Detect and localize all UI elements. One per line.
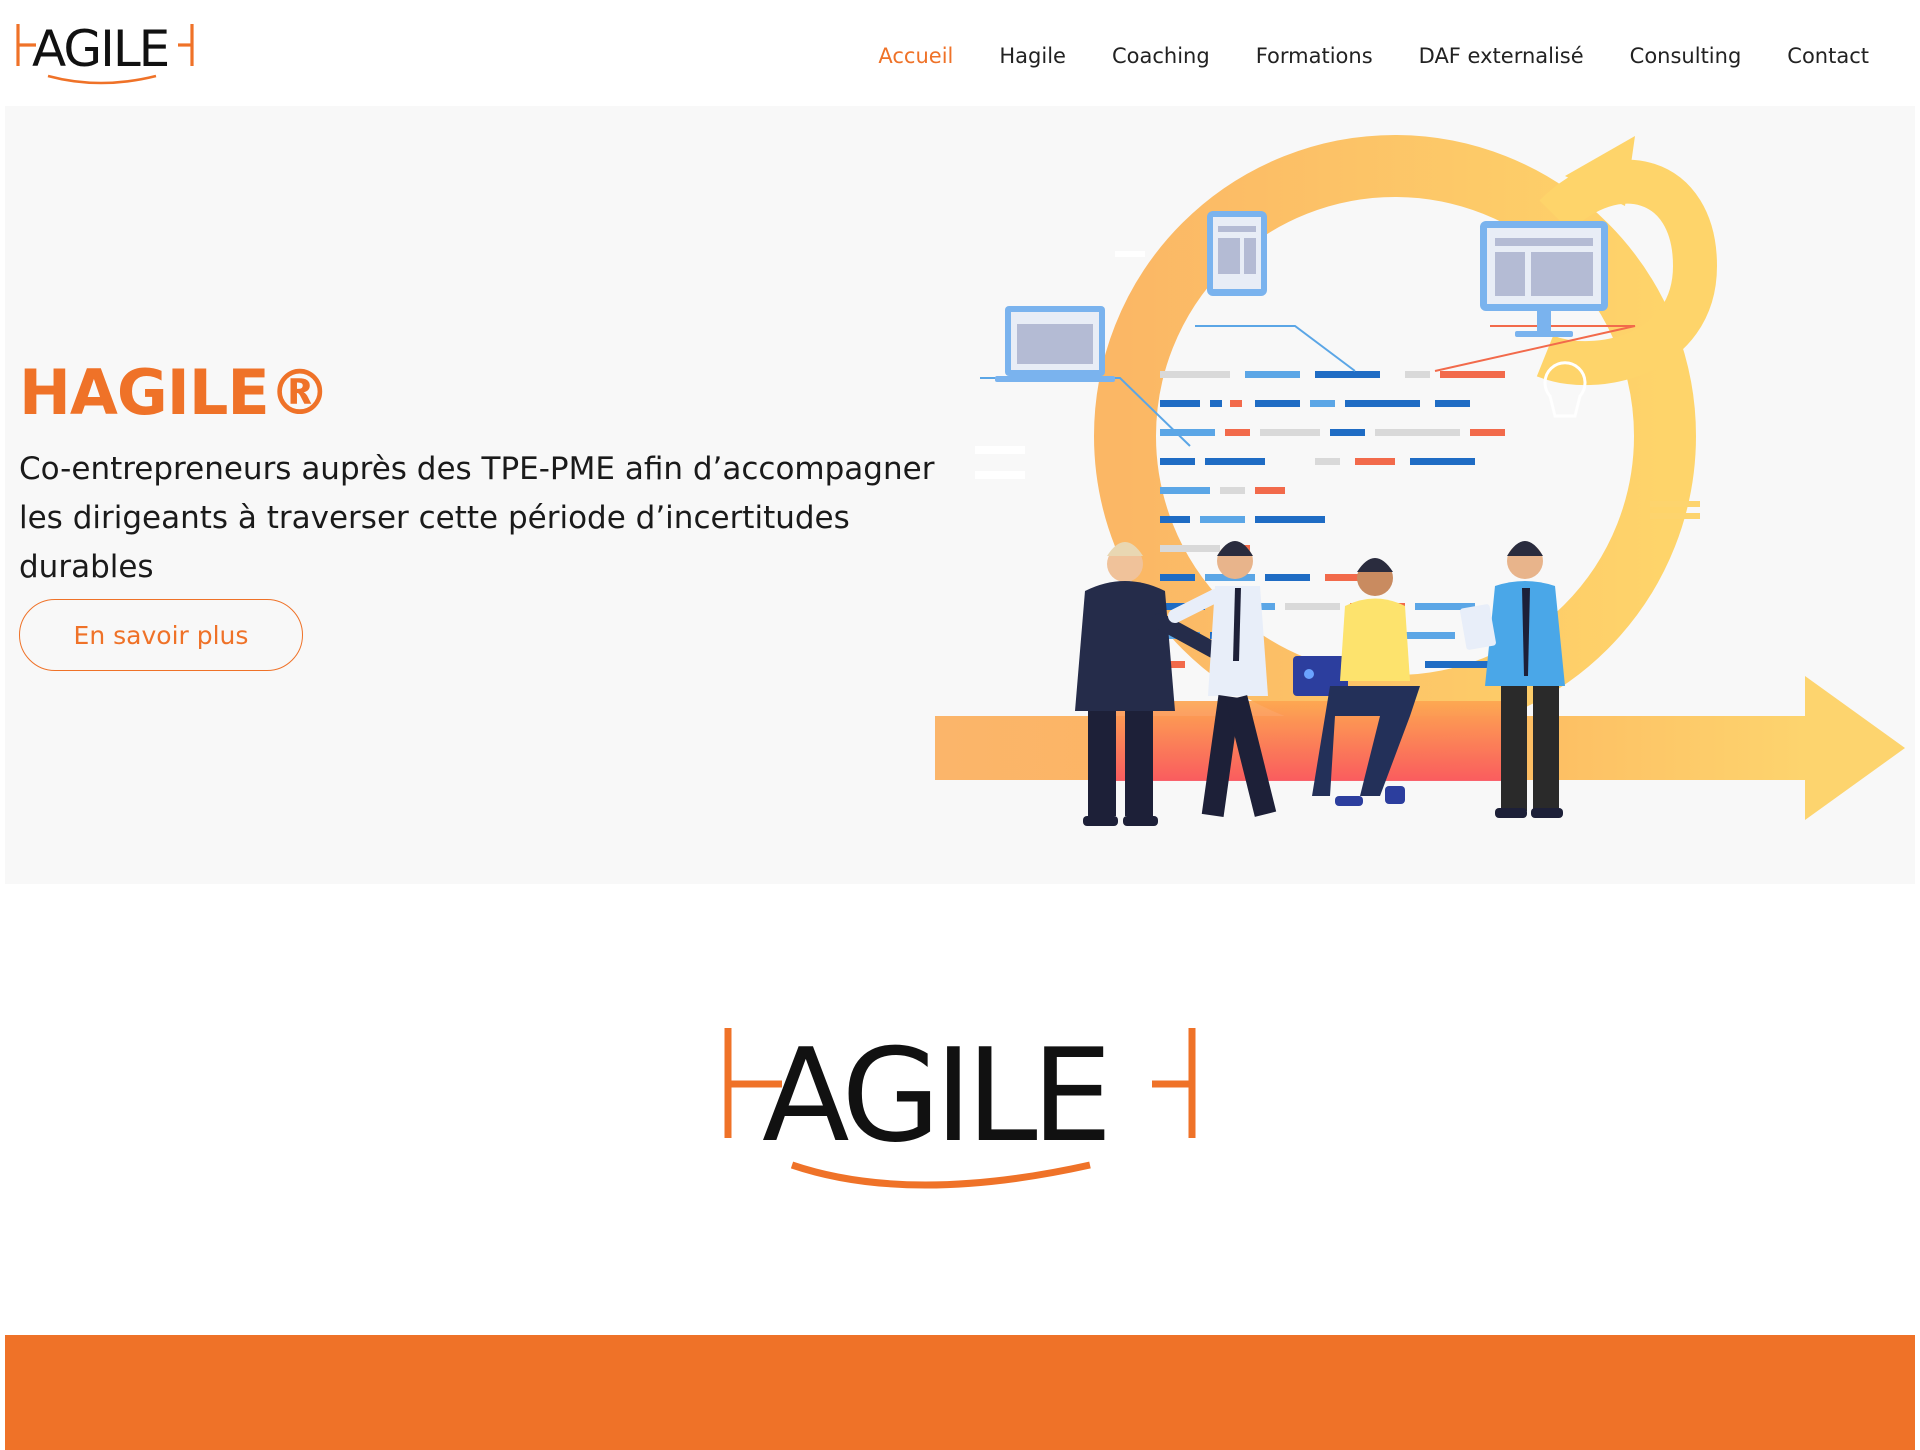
hero-title: HAGILE® (19, 356, 331, 429)
site-header: AGILE Accueil Hagile Coaching Formations… (0, 0, 1920, 106)
nav-item-accueil[interactable]: Accueil (855, 40, 976, 72)
nav-item-daf-externalise[interactable]: DAF externalisé (1396, 40, 1607, 72)
svg-text:AGILE: AGILE (762, 1022, 1106, 1171)
nav-item-hagile[interactable]: Hagile (976, 40, 1089, 72)
main-nav: Accueil Hagile Coaching Formations DAF e… (855, 40, 1892, 72)
en-savoir-plus-button[interactable]: En savoir plus (19, 599, 303, 671)
site-logo[interactable]: AGILE (16, 18, 198, 86)
hagile-logo-large: AGILE (724, 1022, 1196, 1189)
hero-description: Co-entrepreneurs auprès des TPE-PME afin… (19, 451, 935, 585)
agile-team-illustration (935, 135, 1905, 826)
hero-section: HAGILE® Co-entrepreneurs auprès des TPE-… (5, 106, 1915, 884)
svg-text:AGILE: AGILE (32, 20, 168, 78)
nav-item-coaching[interactable]: Coaching (1089, 40, 1233, 72)
footer-band (5, 1335, 1915, 1450)
nav-item-formations[interactable]: Formations (1233, 40, 1396, 72)
nav-item-contact[interactable]: Contact (1764, 40, 1892, 72)
nav-item-consulting[interactable]: Consulting (1607, 40, 1765, 72)
